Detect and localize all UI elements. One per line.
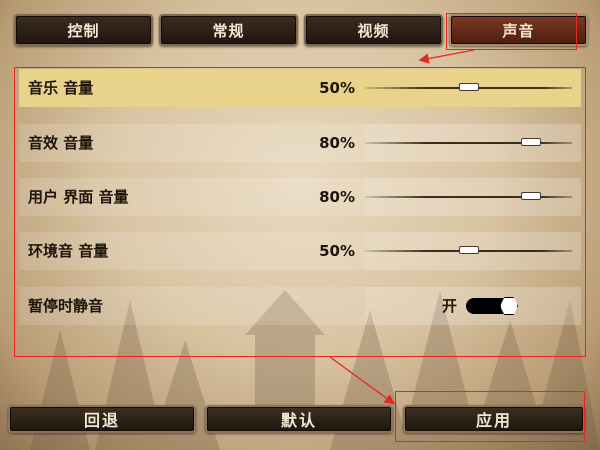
mute-on-pause-toggle[interactable] [466, 297, 518, 315]
tab-sound-label: 声音 [502, 21, 535, 40]
ui-volume-slider[interactable] [365, 192, 572, 200]
tab-video-label: 视频 [357, 21, 390, 40]
ambient-volume-value: 50% [319, 242, 355, 260]
tab-general[interactable]: 常规 [159, 14, 298, 46]
effects-volume-label: 音效 音量 [28, 134, 94, 152]
effects-volume-slider-thumb[interactable] [520, 138, 541, 146]
mute-on-pause-row[interactable]: 暂停时静音 开 [19, 287, 581, 325]
music-volume-label: 音乐 音量 [28, 79, 94, 97]
defaults-button[interactable]: 默认 [205, 405, 393, 433]
music-volume-slider[interactable] [365, 83, 572, 91]
music-volume-slider-thumb[interactable] [458, 83, 479, 91]
ui-volume-label: 用户 界面 音量 [28, 188, 129, 206]
ambient-volume-row[interactable]: 环境音 音量 50% [19, 232, 581, 270]
arrow-to-apply-button [329, 356, 396, 405]
annotation-arrows [329, 49, 475, 405]
ui-volume-slider-thumb[interactable] [520, 192, 541, 200]
music-volume-row[interactable]: 音乐 音量 50% [19, 69, 581, 107]
ui-volume-row[interactable]: 用户 界面 音量 80% [19, 178, 581, 216]
ambient-volume-slider[interactable] [365, 246, 572, 254]
defaults-button-label: 默认 [280, 411, 317, 430]
ambient-volume-label: 环境音 音量 [28, 242, 109, 260]
apply-button[interactable]: 应用 [403, 405, 585, 433]
tab-controls-label: 控制 [67, 21, 100, 40]
arrow-to-sound-tab [418, 49, 475, 64]
apply-button-label: 应用 [475, 411, 512, 430]
back-button-label: 回退 [83, 411, 120, 430]
ui-volume-value: 80% [319, 188, 355, 206]
effects-volume-value: 80% [319, 134, 355, 152]
mute-on-pause-state: 开 [442, 297, 458, 315]
ambient-volume-slider-thumb[interactable] [458, 246, 479, 254]
tab-controls[interactable]: 控制 [14, 14, 153, 46]
music-volume-value: 50% [319, 79, 355, 97]
tab-video[interactable]: 视频 [304, 14, 443, 46]
back-button[interactable]: 回退 [8, 405, 196, 433]
mute-on-pause-label: 暂停时静音 [28, 297, 104, 315]
effects-volume-row[interactable]: 音效 音量 80% [19, 124, 581, 162]
tab-general-label: 常规 [212, 21, 245, 40]
forest-background [30, 290, 600, 450]
effects-volume-slider[interactable] [365, 138, 572, 146]
tab-sound[interactable]: 声音 [449, 14, 588, 46]
